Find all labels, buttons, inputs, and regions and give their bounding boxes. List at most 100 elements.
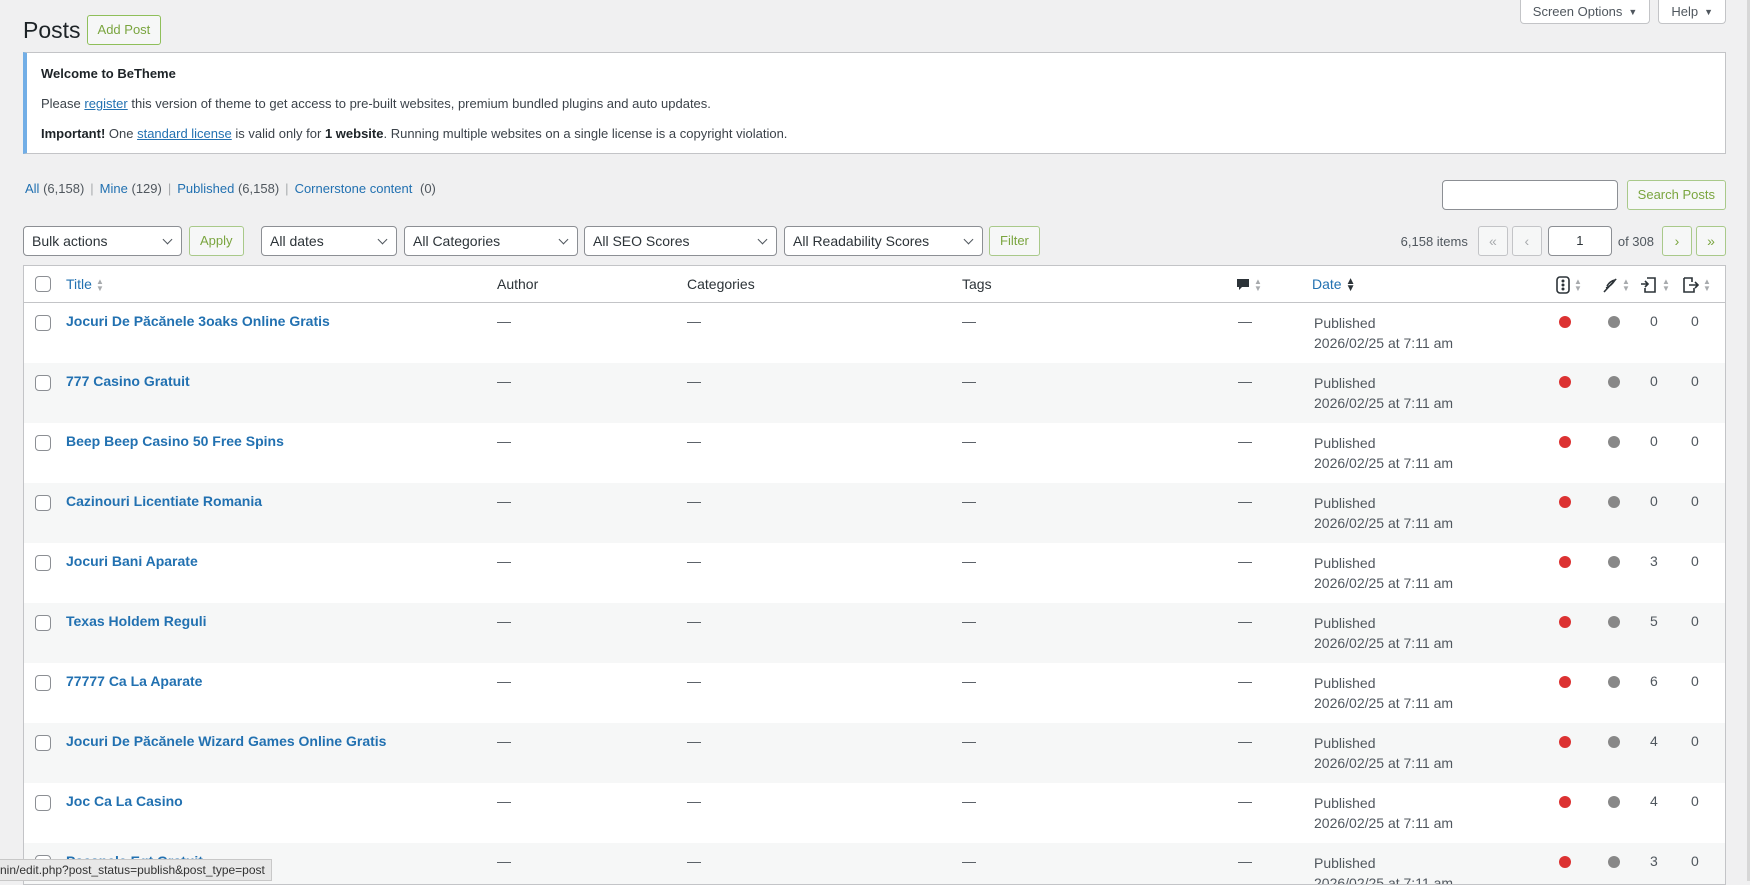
outbound-links-count: 0: [1691, 673, 1699, 689]
post-status: Published: [1314, 375, 1376, 391]
next-page-button[interactable]: ›: [1662, 226, 1692, 256]
post-status: Published: [1314, 555, 1376, 571]
post-title-link[interactable]: Texas Holdem Reguli: [66, 613, 207, 629]
comments-cell: —: [1238, 733, 1252, 749]
row-checkbox[interactable]: [35, 615, 51, 631]
select-all-checkbox[interactable]: [35, 276, 51, 292]
seo-score-dot: [1559, 436, 1571, 448]
help-button[interactable]: Help ▼: [1658, 0, 1726, 24]
view-cornerstone-link[interactable]: Cornerstone content: [295, 181, 413, 196]
screen-options-button[interactable]: Screen Options ▼: [1519, 0, 1651, 24]
column-inbound-links-header[interactable]: ▲ ▼: [1640, 266, 1670, 302]
post-date: 2026/02/25 at 7:11 am: [1314, 515, 1454, 531]
post-status: Published: [1314, 495, 1376, 511]
readability-score-dot: [1608, 376, 1620, 388]
post-title-link[interactable]: Joc Ca La Casino: [66, 793, 183, 809]
search-input[interactable]: [1441, 180, 1618, 210]
readability-score-dot: [1608, 316, 1620, 328]
outbound-links-count: 0: [1691, 613, 1699, 629]
row-checkbox[interactable]: [35, 735, 51, 751]
post-date: 2026/02/25 at 7:11 am: [1314, 875, 1454, 885]
view-published-link[interactable]: Published: [177, 181, 234, 196]
post-title-link[interactable]: 77777 Ca La Aparate: [66, 673, 202, 689]
post-title-link[interactable]: Cazinouri Licentiate Romania: [66, 493, 262, 509]
column-comments-header[interactable]: ▲ ▼: [1236, 266, 1262, 302]
post-date: 2026/02/25 at 7:11 am: [1314, 695, 1454, 711]
current-page-input[interactable]: 1: [1547, 226, 1612, 256]
categories-cell: —: [687, 613, 701, 629]
search-posts-button[interactable]: Search Posts: [1626, 180, 1726, 210]
seo-score-dot: [1559, 676, 1571, 688]
row-checkbox[interactable]: [35, 435, 51, 451]
outbound-links-count: 0: [1691, 493, 1699, 509]
search-box: Search Posts: [1441, 180, 1726, 210]
column-categories-header: Categories: [687, 276, 755, 292]
sort-arrows-icon: ▲ ▼: [1662, 277, 1670, 294]
column-date-header[interactable]: Date ▲ ▼: [1312, 266, 1355, 302]
table-row: Jocuri De Păcănele Wizard Games Online G…: [24, 723, 1725, 783]
filter-button[interactable]: Filter: [989, 226, 1040, 256]
tags-cell: —: [962, 613, 976, 629]
category-filter-select[interactable]: All Categories: [404, 226, 578, 256]
seo-score-dot: [1559, 856, 1571, 868]
date-cell: Published 2026/02/25 at 7:11 am: [1314, 673, 1453, 713]
seo-score-dot: [1559, 736, 1571, 748]
last-page-button[interactable]: »: [1696, 226, 1726, 256]
date-sort-link[interactable]: Date: [1312, 276, 1342, 292]
row-checkbox[interactable]: [35, 495, 51, 511]
post-title-link[interactable]: Jocuri De Păcănele Wizard Games Online G…: [66, 733, 386, 749]
seo-score-filter-select[interactable]: All SEO Scores: [584, 226, 777, 256]
column-seo-score-header[interactable]: ▲ ▼: [1556, 266, 1582, 302]
seo-score-dot: [1559, 316, 1571, 328]
table-row: 77777 Ca La Aparate — — — — Published 20…: [24, 663, 1725, 723]
bulk-actions-select[interactable]: Bulk actions: [23, 226, 182, 256]
post-status: Published: [1314, 615, 1376, 631]
post-title-link[interactable]: Jocuri Bani Aparate: [66, 553, 198, 569]
notice-text: . Running multiple websites on a single …: [383, 126, 788, 141]
date-filter-select[interactable]: All dates: [261, 226, 397, 256]
row-checkbox[interactable]: [35, 675, 51, 691]
post-title-link[interactable]: 777 Casino Gratuit: [66, 373, 190, 389]
row-checkbox[interactable]: [35, 375, 51, 391]
standard-license-link[interactable]: standard license: [137, 126, 232, 141]
tablenav-top: Bulk actions Apply All dates All Categor…: [23, 226, 1726, 258]
post-title-link[interactable]: Beep Beep Casino 50 Free Spins: [66, 433, 284, 449]
table-header: Title ▲ ▼ Author Categories Tags ▲ ▼ Date ▲ ▼…: [24, 266, 1725, 303]
sort-arrows-icon: ▲ ▼: [95, 277, 104, 294]
first-page-button[interactable]: «: [1477, 226, 1508, 256]
previous-page-button[interactable]: ‹: [1511, 226, 1542, 256]
post-date: 2026/02/25 at 7:11 am: [1314, 815, 1454, 831]
post-title-link[interactable]: Jocuri De Păcănele 3oaks Online Gratis: [66, 313, 330, 329]
posts-table: Title ▲ ▼ Author Categories Tags ▲ ▼ Date ▲ ▼…: [23, 265, 1726, 885]
readability-filter-select[interactable]: All Readability Scores: [784, 226, 983, 256]
inbound-links-count: 0: [1650, 433, 1658, 449]
view-all-link[interactable]: All: [25, 181, 39, 196]
tags-cell: —: [962, 733, 976, 749]
view-mine-link[interactable]: Mine: [100, 181, 128, 196]
author-cell: —: [497, 493, 511, 509]
add-post-button[interactable]: Add Post: [86, 15, 162, 45]
readability-score-dot: [1608, 856, 1620, 868]
table-row: Texas Holdem Reguli — — — — Published 20…: [24, 603, 1725, 663]
author-cell: —: [497, 553, 511, 569]
row-checkbox[interactable]: [35, 315, 51, 331]
title-sort-link[interactable]: Title: [66, 276, 92, 292]
inbound-links-count: 3: [1650, 553, 1658, 569]
post-date: 2026/02/25 at 7:11 am: [1314, 335, 1454, 351]
notice-title: Welcome to BeTheme: [41, 66, 176, 81]
row-checkbox[interactable]: [35, 555, 51, 571]
sort-arrows-icon: ▲ ▼: [1254, 277, 1262, 294]
row-checkbox[interactable]: [35, 795, 51, 811]
apply-button[interactable]: Apply: [189, 226, 244, 256]
readability-score-dot: [1608, 796, 1620, 808]
date-cell: Published 2026/02/25 at 7:11 am: [1314, 433, 1453, 473]
author-cell: —: [497, 373, 511, 389]
seo-score-dot: [1559, 556, 1571, 568]
post-date: 2026/02/25 at 7:11 am: [1314, 575, 1454, 591]
column-readability-header[interactable]: ▲ ▼: [1602, 266, 1630, 302]
column-outbound-links-header[interactable]: ▲ ▼: [1681, 266, 1711, 302]
register-link[interactable]: register: [84, 96, 127, 111]
table-row: Cazinouri Licentiate Romania — — — — Pub…: [24, 483, 1725, 543]
column-title-header[interactable]: Title ▲ ▼: [66, 266, 104, 302]
tags-cell: —: [962, 493, 976, 509]
